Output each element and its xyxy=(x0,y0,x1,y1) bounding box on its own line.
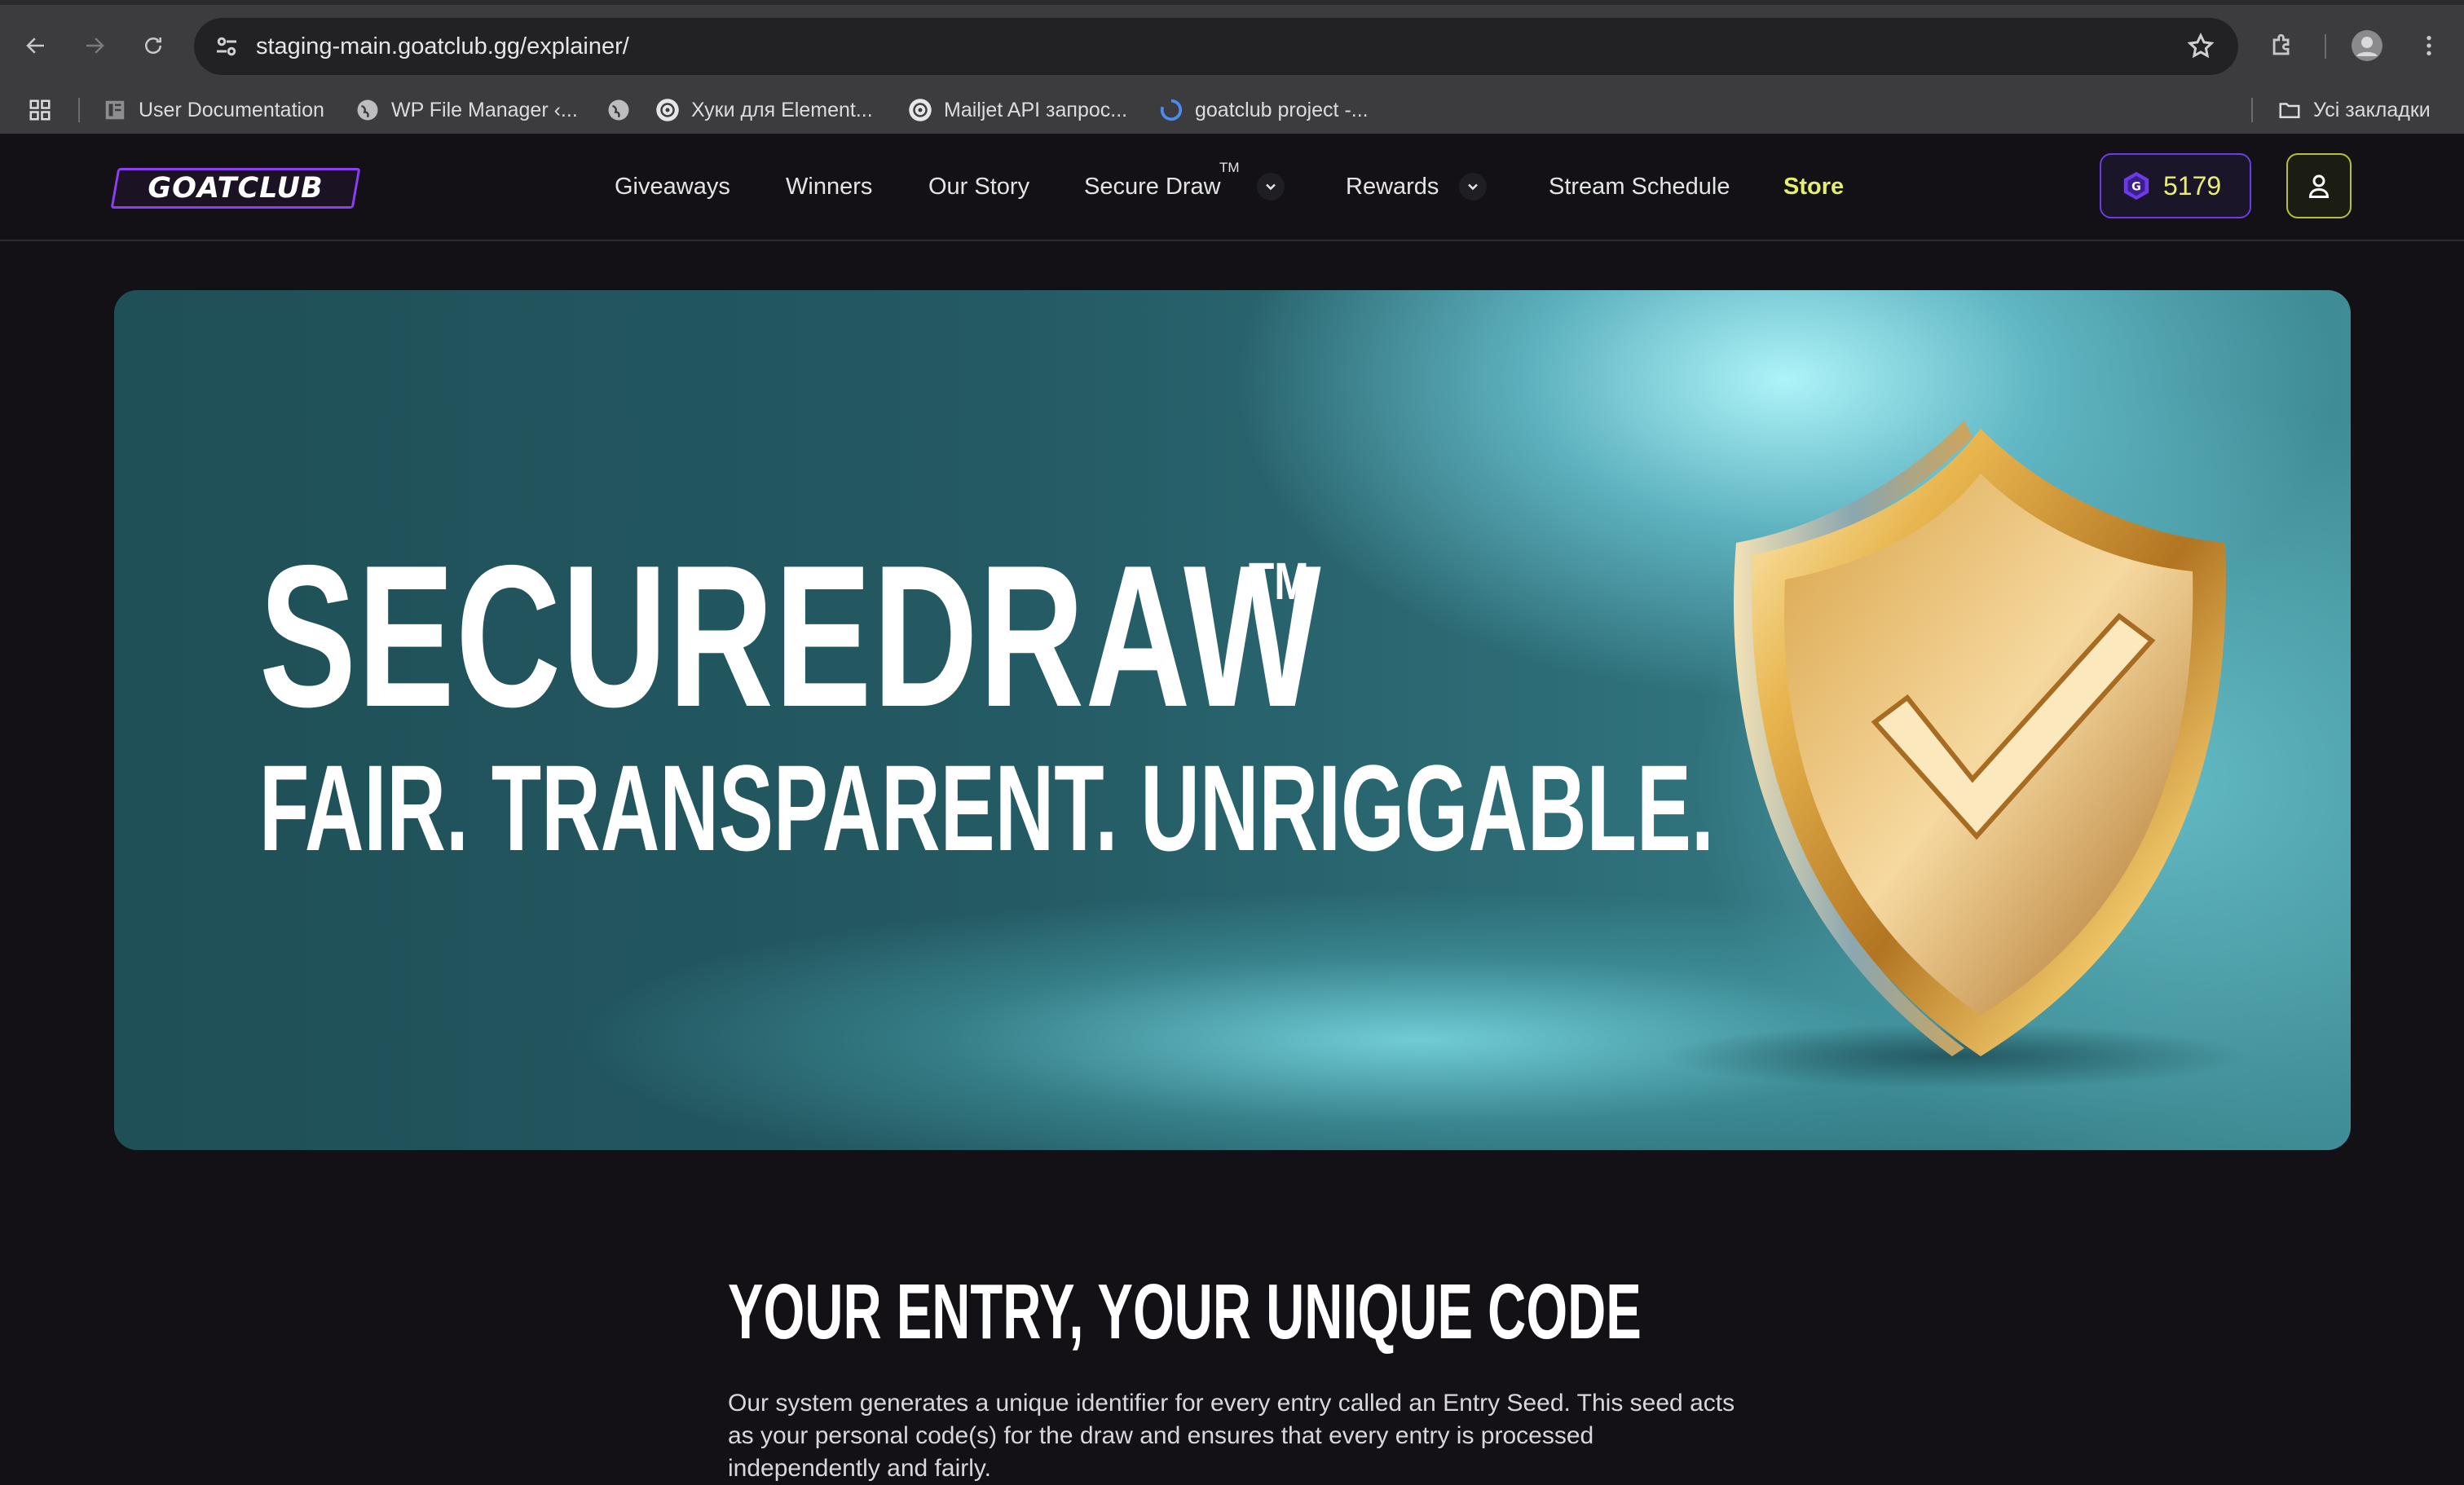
site-settings-icon[interactable] xyxy=(212,32,241,61)
bookmark-label: goatclub project -... xyxy=(1195,98,1369,121)
hero-subtitle: FAIR. TRANSPARENT. UNRIGGABLE. xyxy=(259,739,1714,876)
nav-our-story[interactable]: Our Story xyxy=(928,134,1029,240)
rewards-dropdown-toggle[interactable] xyxy=(1459,173,1487,200)
golden-shield-check-icon xyxy=(1663,421,2250,1089)
hero-title: SECUREDRAW xyxy=(259,522,1323,749)
browser-menu-button[interactable] xyxy=(2409,26,2449,65)
points-balance-button[interactable]: G 5179 xyxy=(2100,153,2251,218)
bookmark-label: WP File Manager ‹... xyxy=(391,98,578,121)
arrow-left-icon xyxy=(26,37,44,54)
forward-button[interactable] xyxy=(75,26,114,65)
browser-toolbar: staging-main.goatclub.gg/explainer/ xyxy=(0,10,2464,82)
secure-draw-trademark: TM xyxy=(1219,160,1240,175)
folder-icon xyxy=(2279,103,2300,118)
url-text[interactable]: staging-main.goatclub.gg/explainer/ xyxy=(256,18,629,75)
reload-icon xyxy=(145,37,161,54)
openai-icon xyxy=(909,99,932,121)
nav-giveaways[interactable]: Giveaways xyxy=(615,134,730,240)
nav-stream-schedule[interactable]: Stream Schedule xyxy=(1549,134,1730,240)
chevron-down-icon xyxy=(1266,183,1276,191)
bookmarks-divider xyxy=(78,98,80,122)
user-icon xyxy=(2308,174,2330,198)
svg-text:G: G xyxy=(2131,181,2141,194)
profile-button[interactable] xyxy=(2347,26,2387,65)
site-logo[interactable]: GOATCLUB xyxy=(110,168,361,209)
chevron-down-icon xyxy=(1468,183,1478,191)
more-vertical-icon xyxy=(2427,36,2431,55)
bookmark-star-icon[interactable] xyxy=(2186,32,2215,61)
nav-winners[interactable]: Winners xyxy=(786,134,872,240)
points-value: 5179 xyxy=(2163,170,2222,200)
docs-icon xyxy=(105,100,125,120)
bookmark-item[interactable]: WP File Manager ‹... xyxy=(355,93,578,127)
toolbar-divider xyxy=(2325,34,2326,59)
globe-icon xyxy=(608,99,629,121)
bookmark-label: User Documentation xyxy=(139,98,324,121)
bookmark-item[interactable]: Mailjet API запрос... xyxy=(908,93,1127,127)
logo-text: GOATCLUB xyxy=(148,172,324,205)
bookmark-item[interactable]: User Documentation xyxy=(103,93,324,127)
nav-store[interactable]: Store xyxy=(1783,134,1844,240)
nav-rewards[interactable]: Rewards xyxy=(1346,134,1439,240)
bookmark-item[interactable]: goatclub project -... xyxy=(1159,93,1369,127)
reload-button[interactable] xyxy=(134,26,173,65)
secure-draw-dropdown-toggle[interactable] xyxy=(1257,173,1285,200)
back-button[interactable] xyxy=(16,26,55,65)
address-bar[interactable]: staging-main.goatclub.gg/explainer/ xyxy=(194,18,2238,75)
openai-icon xyxy=(656,99,679,121)
arrow-right-icon xyxy=(86,37,104,54)
extensions-button[interactable] xyxy=(2263,26,2302,65)
section-body: Our system generates a unique identifier… xyxy=(728,1390,1735,1482)
nav-secure-draw[interactable]: Secure Draw xyxy=(1084,134,1221,240)
puzzle-icon xyxy=(2272,33,2290,55)
section-title: YOUR ENTRY, YOUR UNIQUE CODE xyxy=(728,1268,1642,1355)
bookmarks-bar: User Documentation WP File Manager ‹... … xyxy=(0,82,2464,139)
bookmarks-divider xyxy=(2251,98,2253,122)
bookmark-label: Хуки для Element... xyxy=(691,98,873,121)
bookmark-item[interactable]: Хуки для Element... xyxy=(655,93,873,127)
all-bookmarks-button[interactable]: Усі закладки xyxy=(2277,93,2431,127)
avatar-icon xyxy=(2352,30,2382,61)
bookmark-label: Mailjet API запрос... xyxy=(944,98,1128,121)
globe-icon xyxy=(357,99,378,121)
site-header: GOATCLUB Giveaways Winners Our Story Sec… xyxy=(0,134,2464,241)
hero-trademark: TM xyxy=(1249,552,1309,610)
goat-coin-icon: G xyxy=(2123,171,2149,200)
account-button[interactable] xyxy=(2286,153,2352,218)
all-bookmarks-label: Усі закладки xyxy=(2313,98,2431,121)
bookmark-item[interactable] xyxy=(606,93,642,127)
apps-grid-icon xyxy=(29,99,51,121)
apps-button[interactable] xyxy=(28,93,64,127)
hero-banner: SECUREDRAW TM FAIR. TRANSPARENT. UNRIGGA… xyxy=(114,290,2351,1150)
loader-icon xyxy=(1160,99,1183,121)
browser-chrome: staging-main.goatclub.gg/explainer/ User… xyxy=(0,0,2464,139)
